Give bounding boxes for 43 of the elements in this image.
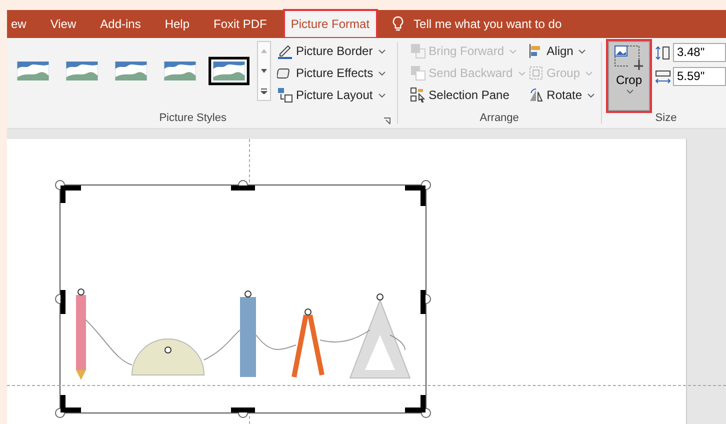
ribbon-command[interactable]: Rotate bbox=[526, 85, 598, 105]
layers-icon bbox=[410, 43, 426, 59]
dialog-launcher-icon[interactable] bbox=[382, 117, 391, 125]
selection-pane-icon bbox=[410, 87, 426, 103]
layers-icon bbox=[410, 65, 426, 81]
group-icon bbox=[528, 65, 544, 81]
caret-icon bbox=[585, 70, 594, 76]
caret-icon bbox=[509, 48, 518, 54]
caret-icon bbox=[518, 70, 526, 76]
caret-icon bbox=[578, 48, 586, 54]
cropped-picture-drawing[interactable] bbox=[54, 179, 432, 419]
height-field[interactable]: 3.48" bbox=[673, 43, 726, 62]
picture-style-thumbnail[interactable] bbox=[208, 56, 250, 86]
tell-me-search[interactable]: Tell me what you want to do bbox=[414, 17, 562, 31]
layout-icon bbox=[277, 87, 293, 103]
rotate-icon bbox=[528, 87, 544, 103]
ribbon-command[interactable]: Selection Pane bbox=[408, 85, 526, 105]
ribbon-tab[interactable]: ew bbox=[7, 12, 38, 36]
group-label: Size bbox=[654, 112, 678, 126]
ribbon-command[interactable]: Picture Layout bbox=[275, 85, 388, 105]
ribbon-command[interactable]: Align bbox=[526, 41, 598, 61]
ribbon-tab[interactable]: View bbox=[38, 12, 88, 36]
ribbon-command[interactable]: Picture Border bbox=[275, 41, 388, 61]
height-icon bbox=[655, 44, 671, 60]
caret-icon bbox=[378, 92, 386, 98]
ribbon-tab[interactable]: Add-ins bbox=[88, 12, 153, 36]
group-label: Picture Styles bbox=[158, 112, 228, 126]
crop-button[interactable]: Crop bbox=[608, 41, 650, 111]
group-label: Arrange bbox=[478, 112, 520, 126]
width-icon bbox=[655, 68, 671, 84]
caret-icon bbox=[587, 92, 596, 98]
crop-icon bbox=[614, 45, 644, 71]
lightbulb-icon bbox=[392, 16, 404, 32]
width-field[interactable]: 5.59" bbox=[673, 67, 726, 86]
caret-icon bbox=[626, 89, 634, 94]
ribbon-command[interactable]: Picture Effects bbox=[275, 63, 388, 83]
pen-icon bbox=[277, 43, 293, 59]
ribbon-tab[interactable]: Help bbox=[152, 12, 202, 36]
ribbon-tab[interactable]: Foxit PDF bbox=[202, 12, 279, 36]
caret-icon bbox=[378, 70, 386, 76]
gallery-scroll-bar[interactable] bbox=[257, 41, 271, 101]
ribbon-tab[interactable]: Picture Format bbox=[284, 11, 376, 37]
caret-icon bbox=[378, 48, 386, 54]
